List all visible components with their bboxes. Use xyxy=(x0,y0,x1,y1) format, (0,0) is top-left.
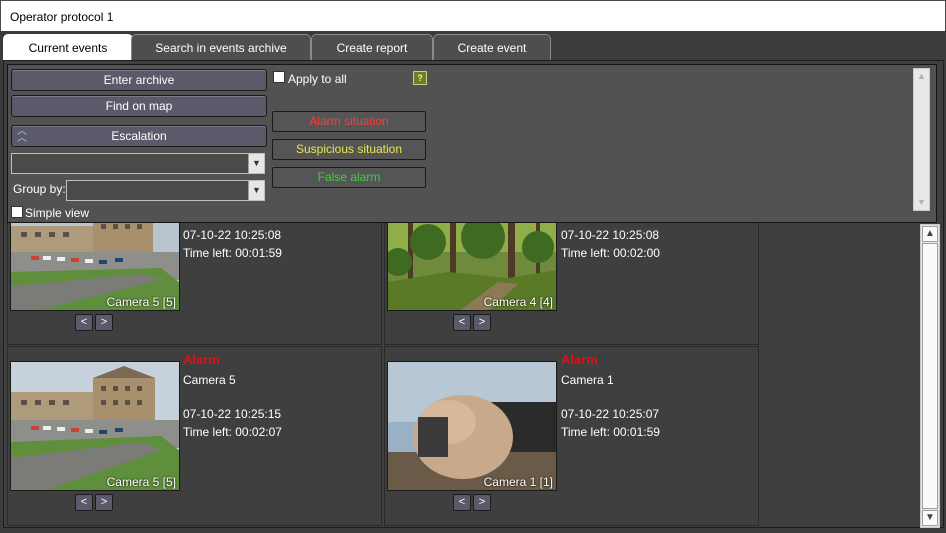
escalation-label: Escalation xyxy=(111,129,167,143)
arrow-down-icon[interactable]: ▼ xyxy=(922,510,938,526)
next-frame-button[interactable]: > xyxy=(95,314,113,331)
event-camera-name: Camera 5 xyxy=(183,373,236,387)
camera-thumbnail[interactable]: Camera 4 [4] xyxy=(387,211,557,311)
group-by-label: Group by: xyxy=(13,182,66,196)
event-card[interactable]: Camera 5 [5] Alarm Camera 5 07-10-22 10:… xyxy=(7,346,382,526)
camera-thumbnail[interactable]: Camera 5 [5] xyxy=(10,361,180,491)
scrollbar-thumb[interactable] xyxy=(922,243,938,509)
camera-caption: Camera 4 [4] xyxy=(483,295,553,309)
group-by-dropdown[interactable]: ▼ xyxy=(66,180,265,201)
arrow-down-icon[interactable]: ▼ xyxy=(914,195,929,210)
prev-frame-button[interactable]: < xyxy=(453,494,471,511)
next-frame-button[interactable]: > xyxy=(473,494,491,511)
arrow-up-icon[interactable]: ▲ xyxy=(914,69,929,84)
filter-dropdown[interactable]: ▼ xyxy=(11,153,265,174)
events-scrollbar[interactable]: ▲ ▼ xyxy=(920,224,940,528)
prev-frame-button[interactable]: < xyxy=(75,494,93,511)
prev-frame-button[interactable]: < xyxy=(453,314,471,331)
help-icon[interactable]: ? xyxy=(413,71,427,85)
event-time-left: Time left: 00:02:00 xyxy=(561,246,660,260)
event-time-left: Time left: 00:01:59 xyxy=(561,425,660,439)
window-title: Operator protocol 1 xyxy=(10,10,114,24)
event-time-left: Time left: 00:01:59 xyxy=(183,246,282,260)
tab-create-report[interactable]: Create report xyxy=(311,34,433,61)
false-alarm-button[interactable]: False alarm xyxy=(272,167,426,188)
panel-scrollbar[interactable]: ▲ ▼ xyxy=(913,68,930,211)
event-datetime: 07-10-22 10:25:08 xyxy=(183,228,282,242)
event-card[interactable]: Camera 1 [1] Alarm Camera 1 07-10-22 10:… xyxy=(384,346,759,526)
event-alarm-title: Alarm xyxy=(183,352,220,367)
apply-to-all-checkbox[interactable] xyxy=(273,71,285,83)
camera-thumbnail[interactable]: Camera 5 [5] xyxy=(10,211,180,311)
find-on-map-button[interactable]: Find on map xyxy=(11,95,267,117)
escalation-button[interactable]: ︿ ︿ Escalation xyxy=(11,125,267,147)
office-image xyxy=(388,362,556,490)
alarm-situation-button[interactable]: Alarm situation xyxy=(272,111,426,132)
next-frame-button[interactable]: > xyxy=(95,494,113,511)
arrow-up-icon[interactable]: ▲ xyxy=(922,226,938,242)
event-camera-name: Camera 1 xyxy=(561,373,614,387)
event-datetime: 07-10-22 10:25:08 xyxy=(561,228,660,242)
prev-frame-button[interactable]: < xyxy=(75,314,93,331)
next-frame-button[interactable]: > xyxy=(473,314,491,331)
double-chevron-up-icon: ︿ ︿ xyxy=(17,126,27,144)
tab-search-archive[interactable]: Search in events archive xyxy=(131,34,311,61)
enter-archive-button[interactable]: Enter archive xyxy=(11,69,267,91)
title-bar: Operator protocol 1 xyxy=(0,0,946,31)
simple-view-checkbox[interactable] xyxy=(11,206,23,218)
campus-image xyxy=(11,362,179,490)
chevron-down-icon: ▼ xyxy=(248,181,264,200)
simple-view-label: Simple view xyxy=(25,206,90,220)
event-card[interactable]: Camera 5 [5] 07-10-22 10:25:08 Time left… xyxy=(7,210,382,345)
event-time-left: Time left: 00:02:07 xyxy=(183,425,282,439)
camera-caption: Camera 5 [5] xyxy=(106,475,176,489)
tab-create-event[interactable]: Create event xyxy=(433,34,551,61)
event-datetime: 07-10-22 10:25:07 xyxy=(561,407,660,421)
event-card[interactable]: Camera 4 [4] 07-10-22 10:25:08 Time left… xyxy=(384,210,759,345)
event-datetime: 07-10-22 10:25:15 xyxy=(183,407,282,421)
camera-caption: Camera 1 [1] xyxy=(483,475,553,489)
chevron-down-icon: ▼ xyxy=(248,154,264,173)
camera-thumbnail[interactable]: Camera 1 [1] xyxy=(387,361,557,491)
tab-current-events[interactable]: Current events xyxy=(3,34,133,62)
apply-to-all-label: Apply to all xyxy=(288,72,347,86)
event-alarm-title: Alarm xyxy=(561,352,598,367)
suspicious-situation-button[interactable]: Suspicious situation xyxy=(272,139,426,160)
camera-caption: Camera 5 [5] xyxy=(106,295,176,309)
